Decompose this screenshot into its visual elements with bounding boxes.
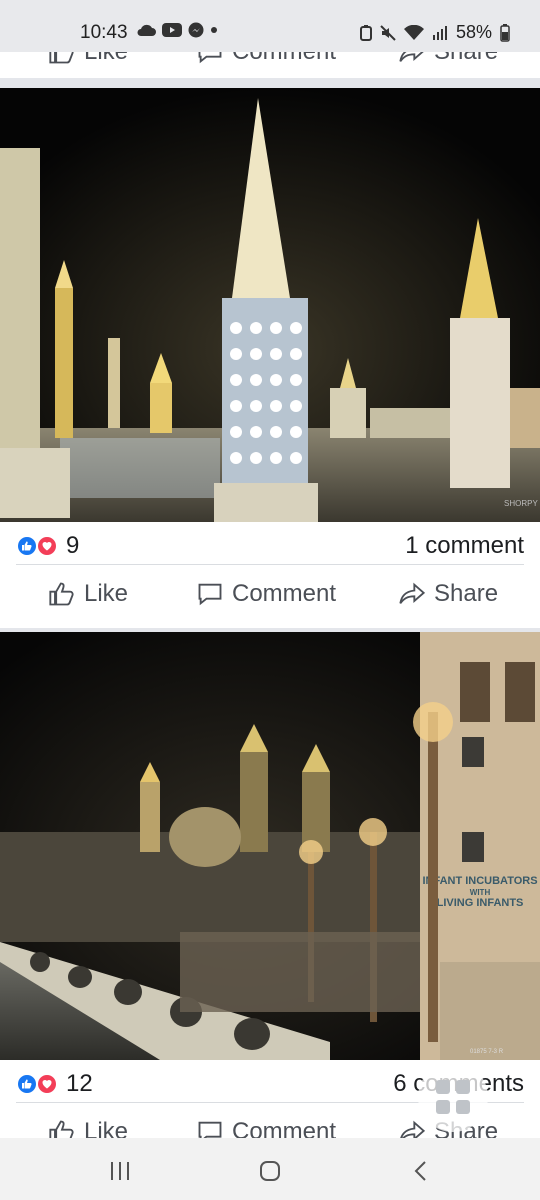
status-time: 10:43 [80, 22, 128, 43]
share-button[interactable]: Share [398, 52, 498, 66]
like-button[interactable]: Like [48, 1118, 128, 1138]
comment-count-link[interactable]: 1 comment [405, 532, 524, 560]
floating-menu-button[interactable] [418, 1062, 488, 1132]
youtube-icon [162, 23, 182, 37]
reaction-count: 9 [66, 532, 80, 559]
grid-square-icon [456, 1100, 470, 1114]
recent-apps-button[interactable] [100, 1156, 140, 1186]
signal-icon [432, 25, 447, 40]
post-photo[interactable]: INFANT INCUBATORS WITH LIVING INFANTS 01… [0, 632, 540, 1060]
back-button[interactable] [400, 1156, 440, 1186]
share-icon [399, 52, 424, 62]
sign-text-line2: WITH [470, 888, 491, 897]
share-button[interactable]: Share [398, 580, 498, 608]
comment-button[interactable]: Comment [196, 580, 336, 608]
like-label: Like [84, 1118, 129, 1138]
home-icon [260, 1161, 280, 1181]
love-reaction-icon [36, 1073, 58, 1095]
divider [16, 564, 524, 565]
comment-button[interactable]: Comment [196, 52, 336, 66]
dot-icon [211, 27, 217, 33]
like-label: Like [84, 52, 128, 66]
share-icon [399, 582, 426, 604]
like-button[interactable]: Like [48, 52, 128, 66]
like-reaction-icon [16, 1073, 38, 1095]
share-label: Share [434, 580, 499, 607]
battery-icon [500, 23, 510, 42]
mute-icon [380, 24, 396, 41]
status-bar: 10:43 58% [0, 0, 540, 52]
messenger-icon [188, 22, 204, 38]
love-reaction-icon [36, 535, 58, 557]
like-button[interactable]: Like [48, 580, 128, 608]
reaction-summary[interactable]: 12 [16, 1070, 93, 1098]
system-icons: 58% [359, 22, 510, 43]
grid-square-icon [436, 1080, 450, 1094]
wifi-icon [403, 24, 424, 40]
thumbs-up-icon [49, 582, 74, 606]
photo-watermark: SHORPY [504, 499, 538, 508]
thumbs-up-icon [49, 52, 74, 64]
comment-icon [198, 1121, 222, 1138]
reaction-summary[interactable]: 9 [16, 532, 79, 560]
notification-icons [136, 22, 218, 38]
thumbs-up-icon [49, 1120, 74, 1138]
battery-percent: 58% [455, 22, 492, 42]
comment-icon [198, 52, 222, 64]
share-icon [400, 1120, 426, 1138]
recent-apps-icon [111, 1162, 129, 1180]
system-navigation-bar [0, 1138, 540, 1200]
cloud-icon [137, 24, 156, 36]
comment-label: Comment [232, 1118, 337, 1138]
photo-watermark: 01875 7-3 R [470, 1049, 504, 1055]
luna-park-promenade-photo: INFANT INCUBATORS WITH LIVING INFANTS 01… [0, 632, 540, 1060]
grid-square-icon [436, 1100, 450, 1114]
reaction-count: 12 [66, 1070, 93, 1097]
grid-square-icon [456, 1080, 470, 1094]
post-footer: 9 1 comment Like Comment Share [0, 522, 540, 628]
like-reaction-icon [16, 535, 38, 557]
luna-park-night-photo: SHORPY [0, 88, 540, 522]
like-label: Like [84, 580, 129, 607]
battery-saver-icon [359, 24, 372, 41]
post-photo[interactable]: SHORPY [0, 88, 540, 522]
comment-label: Comment [232, 580, 337, 607]
comment-button[interactable]: Comment [196, 1118, 336, 1138]
sign-text-line3: LIVING INFANTS [437, 897, 524, 909]
back-icon [414, 1161, 426, 1181]
comment-label: Comment [232, 52, 336, 66]
share-label: Share [434, 52, 498, 66]
comment-icon [198, 583, 222, 606]
home-button[interactable] [250, 1156, 290, 1186]
sign-text-line1: INFANT INCUBATORS [422, 875, 537, 887]
previous-post-actions: Like Comment Share [0, 52, 540, 78]
